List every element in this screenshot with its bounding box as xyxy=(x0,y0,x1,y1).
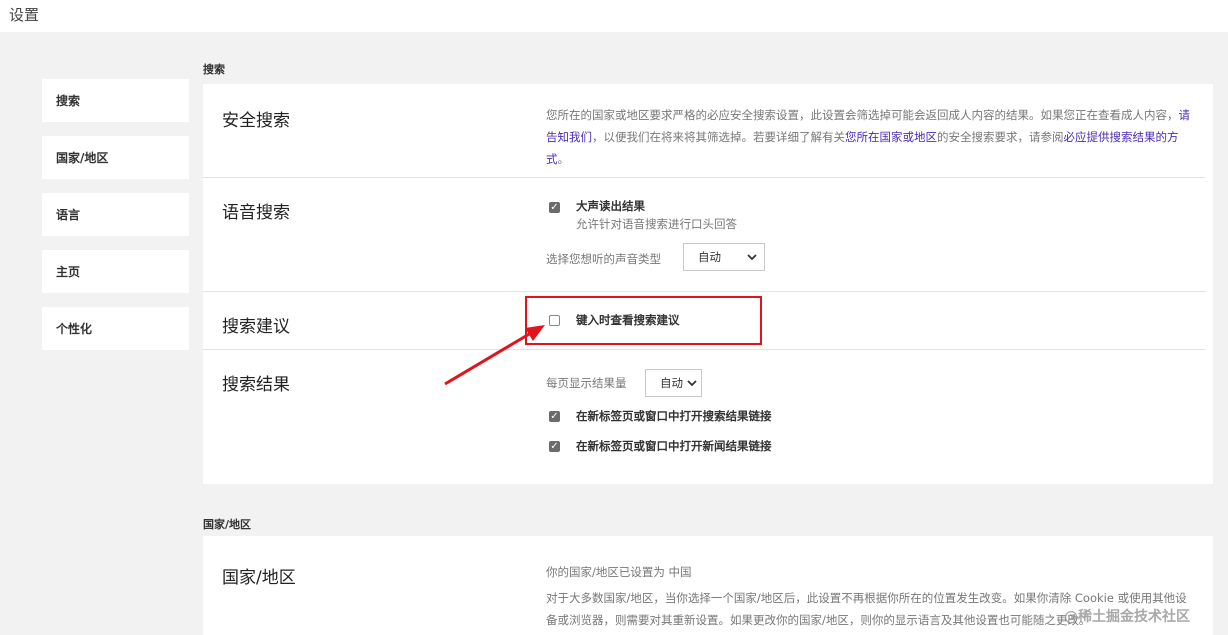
region-title: 国家/地区 xyxy=(222,568,296,588)
current-region-text: 你的国家/地区已设置为 中国 xyxy=(546,565,692,579)
watermark: @稀土掘金技术社区 xyxy=(1064,609,1190,625)
section-heading-region: 国家/地区 xyxy=(203,518,252,531)
